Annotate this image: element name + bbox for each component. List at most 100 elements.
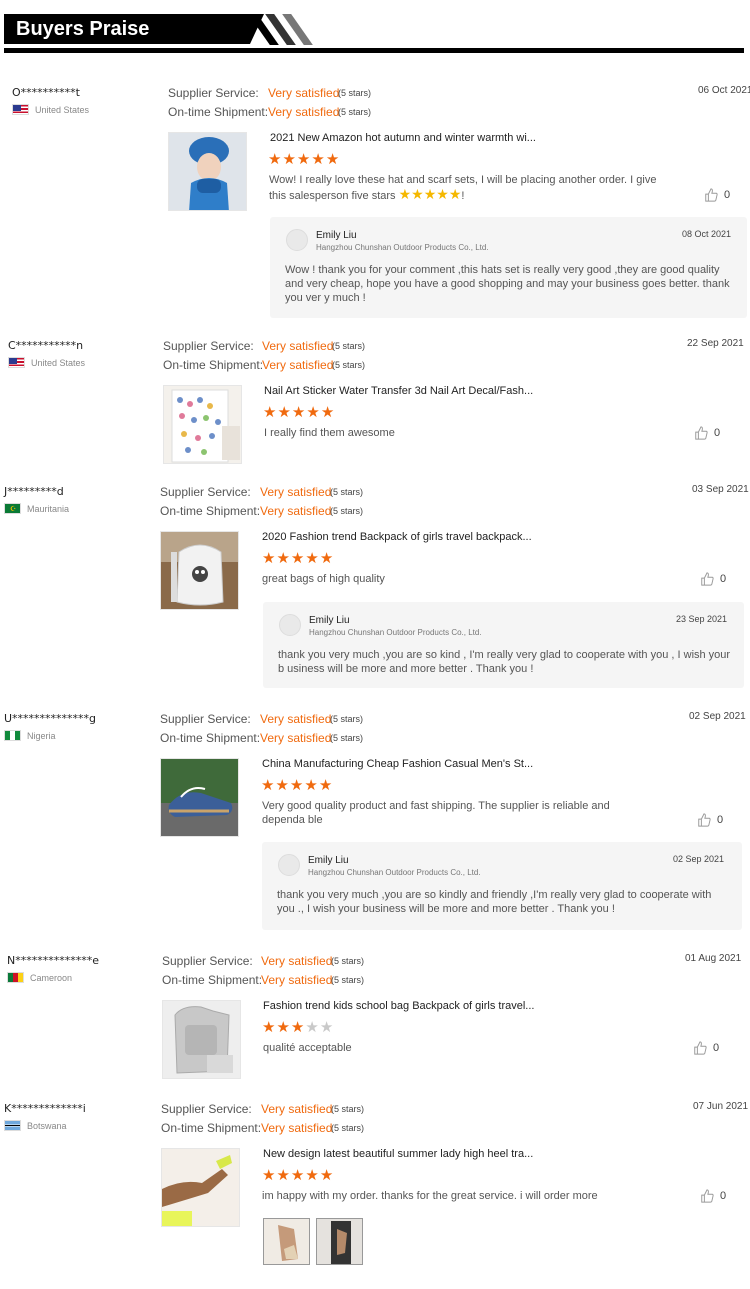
star-filled-icon: ★ [291,404,306,421]
product-rating: ★ ★ ★ ★ ★ [268,152,339,167]
product-thumbnail[interactable] [160,531,239,610]
flag-mr-icon: ☪ [4,503,21,514]
product-thumbnail[interactable] [160,758,239,837]
product-title[interactable]: 2020 Fashion trend Backpack of girls tra… [262,531,532,543]
reply-text: Wow ! thank you for your comment ,this h… [285,264,730,304]
supplier-service-stars: (5 stars) [338,88,372,98]
like-button[interactable]: 0 [700,572,726,586]
ontime-shipment-stars: (5 stars) [331,975,365,985]
reviewer-country: United States [8,357,85,368]
star-filled-icon: ★ [276,1019,290,1036]
product-rating: ★ ★ ★ ★ ★ [262,1168,333,1183]
thumbs-up-icon [698,813,711,827]
star-filled-icon: ★ [319,550,334,567]
review-photo[interactable] [263,1218,310,1265]
review-comment: qualité acceptable [263,1042,352,1054]
star-filled-icon: ★ [296,151,311,168]
like-button[interactable]: 0 [693,1041,719,1055]
ontime-shipment-label: On-time Shipment: [163,358,264,372]
thumbs-up-icon [694,1041,707,1055]
ontime-shipment-label: On-time Shipment: [168,105,269,119]
like-count: 0 [720,1190,727,1202]
supplier-service-stars: (5 stars) [331,956,365,966]
flag-bw-icon [4,1120,21,1131]
reviewer-name: K*************i [4,1102,86,1115]
star-filled-icon: ★ [275,777,289,794]
product-title[interactable]: 2021 New Amazon hot autumn and winter wa… [270,132,536,144]
supplier-service-label: Supplier Service: [168,86,259,100]
supplier-service-label: Supplier Service: [162,954,253,968]
reviewer-name: U**************g [4,712,97,725]
reply-text: thank you very much ,you are so kind , I… [278,649,731,675]
star-filled-icon: ★ [325,151,340,168]
section-header: Buyers Praise [4,14,744,54]
supplier-reply: Emily Liu Hangzhou Chunshan Outdoor Prod… [270,217,747,318]
supplier-service-stars: (5 stars) [332,341,366,351]
ontime-shipment-label: On-time Shipment: [161,1121,262,1135]
review-date: 06 Oct 2021 [698,85,750,96]
ontime-shipment-value: Very satisfied [261,973,333,987]
like-count: 0 [720,573,727,585]
review-comment: Wow! I really love these hat and scarf s… [269,174,657,202]
like-button[interactable]: 0 [697,813,723,827]
ontime-shipment-stars: (5 stars) [330,506,364,516]
review-comment: I really find them awesome [264,427,395,439]
supplier-reply: Emily Liu Hangzhou Chunshan Outdoor Prod… [263,602,744,688]
ontime-shipment-label: On-time Shipment: [160,731,261,745]
star-filled-icon: ★ [276,1167,290,1184]
review-date: 22 Sep 2021 [687,338,744,349]
supplier-service-stars: (5 stars) [330,487,364,497]
reviewer-name: C***********n [8,339,84,352]
reply-company: Hangzhou Chunshan Outdoor Products Co., … [309,628,482,637]
product-thumbnail[interactable] [161,1148,240,1227]
reply-company: Hangzhou Chunshan Outdoor Products Co., … [308,868,481,877]
star-filled-icon: ★ [290,1167,305,1184]
ontime-shipment-label: On-time Shipment: [162,973,263,987]
product-rating: ★ ★ ★ ★ ★ [262,1020,333,1035]
like-button[interactable]: 0 [694,426,720,440]
reply-author: Emily Liu [309,615,350,626]
thumbs-up-icon [705,188,718,202]
review-date: 07 Jun 2021 [693,1101,749,1112]
like-button[interactable]: 0 [700,1189,726,1203]
supplier-reply: Emily Liu Hangzhou Chunshan Outdoor Prod… [262,842,742,930]
like-button[interactable]: 0 [704,188,730,202]
supplier-service-value: Very satisfied [260,712,332,726]
product-title[interactable]: Nail Art Sticker Water Transfer 3d Nail … [264,385,533,397]
header-underline [4,48,744,53]
star-filled-icon: ★ [319,1167,334,1184]
supplier-service-stars: (5 stars) [330,714,364,724]
star-empty-icon: ★ [319,1019,334,1036]
product-thumbnail[interactable] [162,1000,241,1079]
product-rating: ★ ★ ★ ★ ★ [261,778,332,793]
reply-text: thank you very much ,you are so kindly a… [277,889,712,915]
star-filled-icon: ★ [276,550,290,567]
ontime-shipment-stars: (5 stars) [332,360,366,370]
supplier-service-label: Supplier Service: [160,485,251,499]
review-photo[interactable] [316,1218,363,1265]
product-title[interactable]: New design latest beautiful summer lady … [263,1148,533,1160]
avatar [279,614,301,636]
thumbs-up-icon [695,426,708,440]
product-thumbnail[interactable] [163,385,242,464]
review-date: 02 Sep 2021 [689,711,746,722]
review-date: 01 Aug 2021 [685,953,742,964]
like-count: 0 [713,1042,720,1054]
product-title[interactable]: Fashion trend kids school bag Backpack o… [263,1000,534,1012]
flag-us-icon [12,104,29,115]
ontime-shipment-value: Very satisfied [260,731,332,745]
like-count: 0 [714,427,721,439]
thumbs-up-icon [701,1189,714,1203]
star-filled-icon: ★ [311,151,325,168]
ontime-shipment-stars: (5 stars) [330,733,364,743]
product-title[interactable]: China Manufacturing Cheap Fashion Casual… [262,758,533,770]
supplier-service-value: Very satisfied [260,485,332,499]
emoji-star-icon: ★★★★★ [398,186,462,202]
star-filled-icon: ★ [318,777,333,794]
reviewer-country: Botswana [4,1120,67,1131]
supplier-service-label: Supplier Service: [163,339,254,353]
product-thumbnail[interactable] [168,132,247,211]
review-comment: Very good quality product and fast shipp… [262,800,610,826]
star-filled-icon: ★ [261,777,275,794]
ontime-shipment-label: On-time Shipment: [160,504,261,518]
